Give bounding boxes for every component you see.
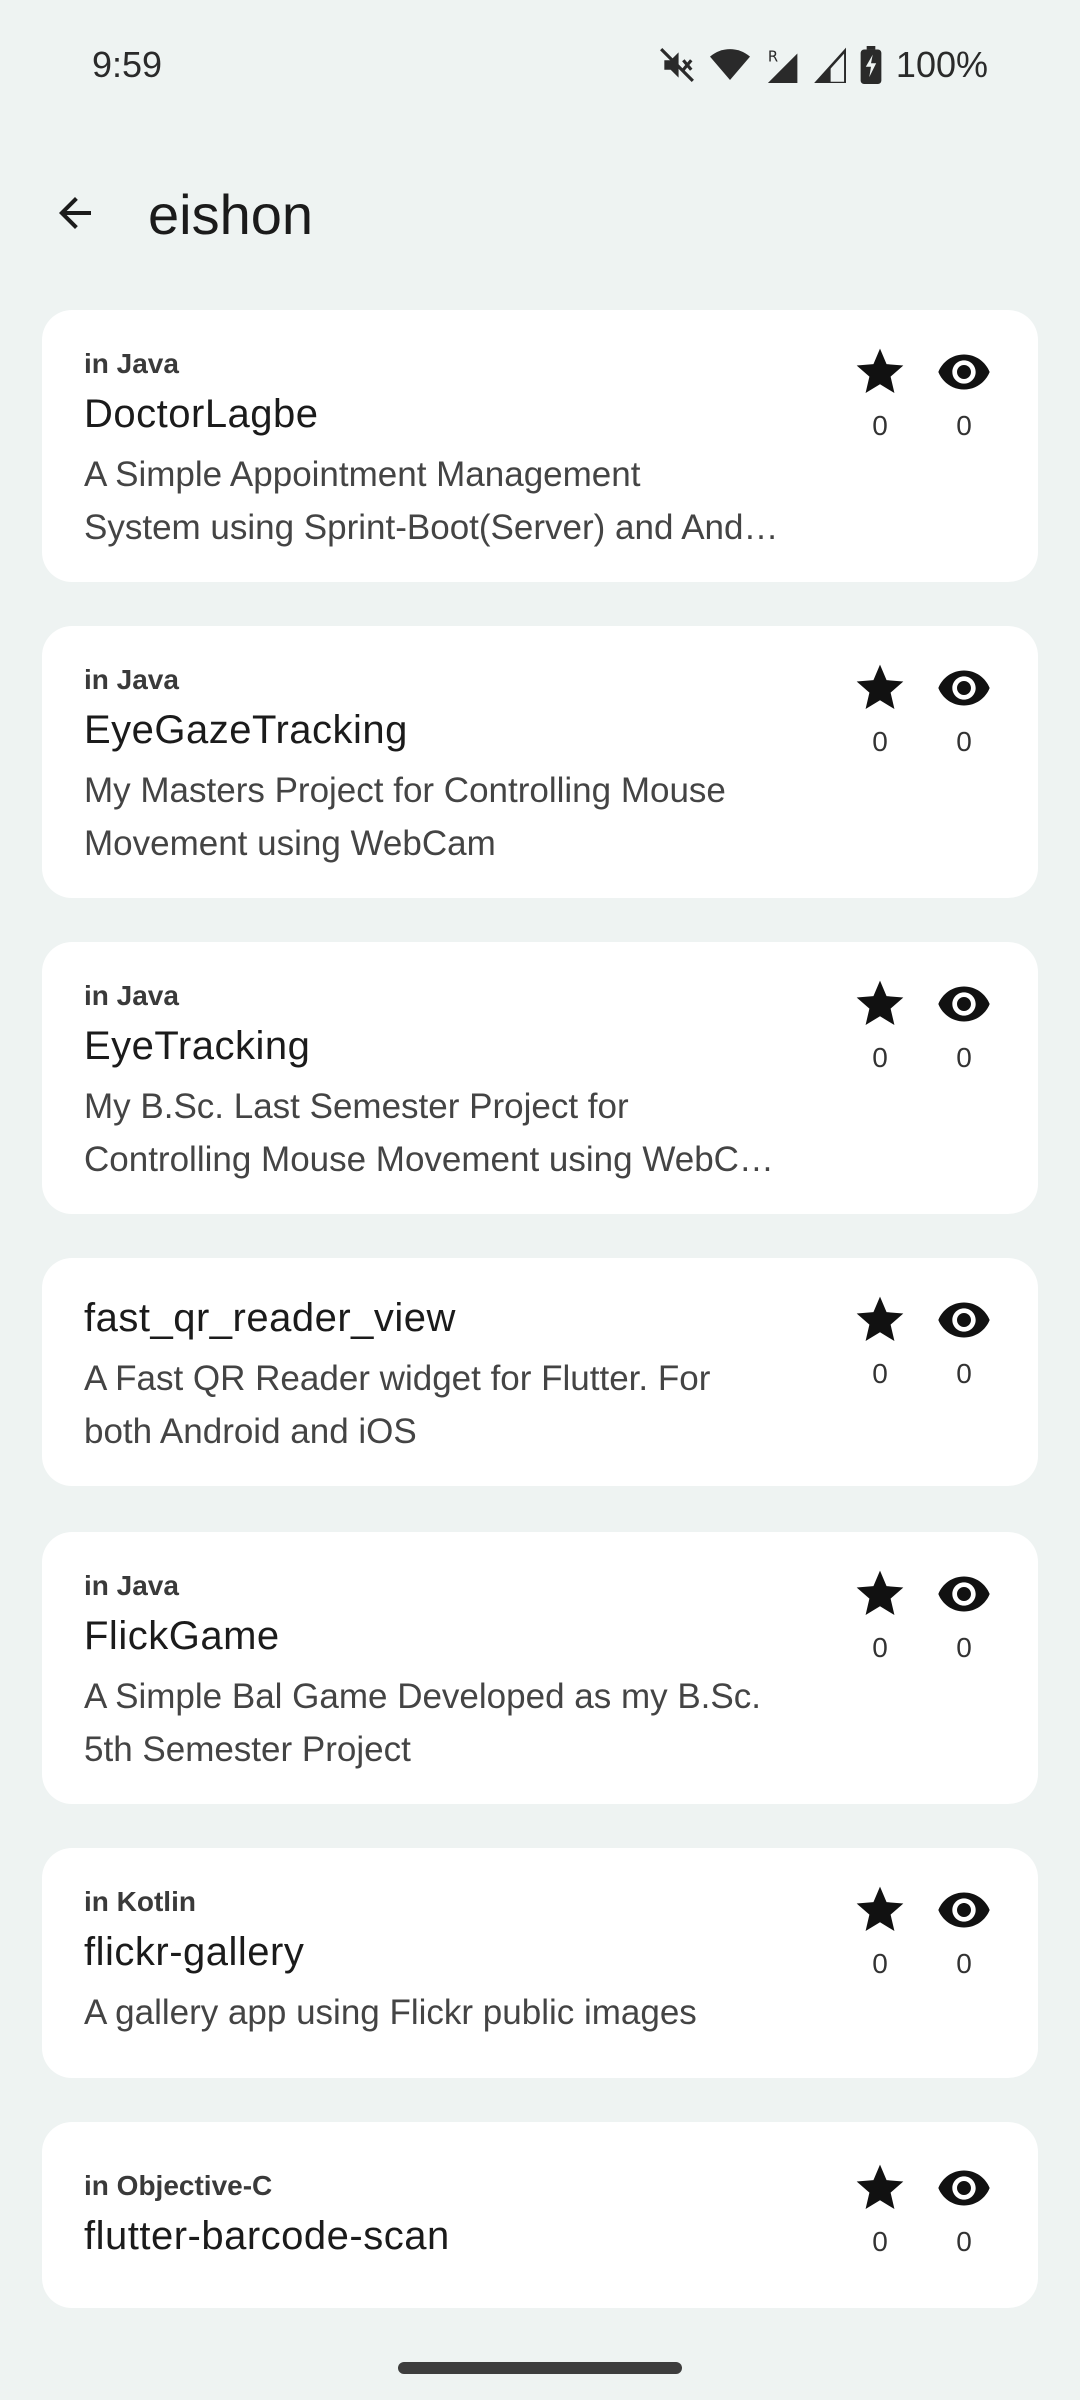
watchers-count: 0 [956,2226,972,2257]
repo-description: A Simple Bal Game Developed as my B.Sc. … [84,1670,844,1776]
repo-card[interactable]: in Java EyeTracking My B.Sc. Last Semest… [42,942,1038,1214]
repo-description-line: both Android and iOS [84,1412,417,1451]
stars-stat: 0 [840,2160,920,2258]
eye-icon [924,1292,1004,1348]
watchers-count: 0 [956,1632,972,1663]
arrow-back-icon [51,189,99,242]
repo-description-line: A Simple Bal Game Developed as my B.Sc. [84,1677,761,1716]
star-icon [840,1566,920,1622]
repo-card[interactable]: in Java EyeGazeTracking My Masters Proje… [42,626,1038,898]
stars-stat: 0 [840,660,920,758]
eye-icon [924,976,1004,1032]
watchers-stat: 0 [924,2160,1004,2258]
star-icon [840,344,920,400]
signal-r-icon: R [764,47,798,83]
status-icons: R 100% [658,40,988,90]
repo-name: EyeGazeTracking [84,708,408,752]
watchers-count: 0 [956,1948,972,1979]
signal-icon [812,47,846,83]
repo-description-line: System using Sprint-Boot(Server) and And… [84,508,779,547]
repo-description-line: A Simple Appointment Management [84,455,641,494]
stars-stat: 0 [840,344,920,442]
repo-name: flutter-barcode-scan [84,2214,450,2258]
watchers-count: 0 [956,1358,972,1389]
status-bar: 9:59 R 100% [0,0,1080,130]
repo-description-line: 5th Semester Project [84,1730,411,1769]
home-indicator[interactable] [398,2362,682,2374]
repo-card[interactable]: in Java FlickGame A Simple Bal Game Deve… [42,1532,1038,1804]
repo-language: in Java [84,348,179,379]
watchers-count: 0 [956,726,972,757]
wifi-icon [709,48,750,82]
repo-language: in Kotlin [84,1886,196,1917]
watchers-stat: 0 [924,660,1004,758]
stars-count: 0 [872,726,888,757]
repo-name: EyeTracking [84,1024,311,1068]
repo-description-line: Controlling Mouse Movement using WebC… [84,1140,774,1179]
repo-description: A Simple Appointment Management System u… [84,448,844,554]
repo-description: My B.Sc. Last Semester Project for Contr… [84,1080,844,1186]
repo-language: in Objective-C [84,2170,273,2201]
repo-name: FlickGame [84,1614,280,1658]
repo-description-line: Movement using WebCam [84,824,496,863]
status-time: 9:59 [92,44,163,85]
repo-description-line: My Masters Project for Controlling Mouse [84,771,726,810]
back-button[interactable] [30,170,120,260]
repo-name: flickr-gallery [84,1930,305,1974]
stars-count: 0 [872,1632,888,1663]
repo-description: A gallery app using Flickr public images [84,1986,844,2039]
repo-card[interactable]: in Kotlin flickr-gallery A gallery app u… [42,1848,1038,2078]
eye-icon [924,1566,1004,1622]
watchers-stat: 0 [924,1292,1004,1390]
watchers-stat: 0 [924,1882,1004,1980]
stars-stat: 0 [840,1882,920,1980]
stars-count: 0 [872,1948,888,1979]
repo-description-line: My B.Sc. Last Semester Project for [84,1087,629,1126]
mute-icon [658,46,696,84]
stars-stat: 0 [840,1292,920,1390]
star-icon [840,660,920,716]
stars-stat: 0 [840,1566,920,1664]
stars-count: 0 [872,2226,888,2257]
star-icon [840,1292,920,1348]
repo-name: fast_qr_reader_view [84,1296,456,1340]
repo-language: in Java [84,980,179,1011]
repo-card[interactable]: in Objective-C flutter-barcode-scan 0 0 [42,2122,1038,2308]
repo-description-line: A Fast QR Reader widget for Flutter. For [84,1359,711,1398]
eye-icon [924,1882,1004,1938]
battery-icon [860,46,882,84]
app-bar: eishon [0,160,1080,270]
eye-icon [924,660,1004,716]
star-icon [840,1882,920,1938]
repo-card[interactable]: fast_qr_reader_view A Fast QR Reader wid… [42,1258,1038,1486]
star-icon [840,2160,920,2216]
stars-count: 0 [872,410,888,441]
watchers-stat: 0 [924,344,1004,442]
watchers-count: 0 [956,1042,972,1073]
repo-language: in Java [84,664,179,695]
page-title: eishon [148,183,314,246]
repo-description: A Fast QR Reader widget for Flutter. For… [84,1352,844,1458]
repo-card[interactable]: in Java DoctorLagbe A Simple Appointment… [42,310,1038,582]
repo-name: DoctorLagbe [84,392,319,436]
eye-icon [924,2160,1004,2216]
svg-text:R: R [768,49,778,66]
watchers-stat: 0 [924,976,1004,1074]
battery-percent: 100% [895,44,988,85]
star-icon [840,976,920,1032]
watchers-count: 0 [956,410,972,441]
stars-stat: 0 [840,976,920,1074]
repo-description-line: A gallery app using Flickr public images [84,1993,697,2032]
repo-language: in Java [84,1570,179,1601]
watchers-stat: 0 [924,1566,1004,1664]
stars-count: 0 [872,1358,888,1389]
repo-description: My Masters Project for Controlling Mouse… [84,764,844,870]
eye-icon [924,344,1004,400]
stars-count: 0 [872,1042,888,1073]
